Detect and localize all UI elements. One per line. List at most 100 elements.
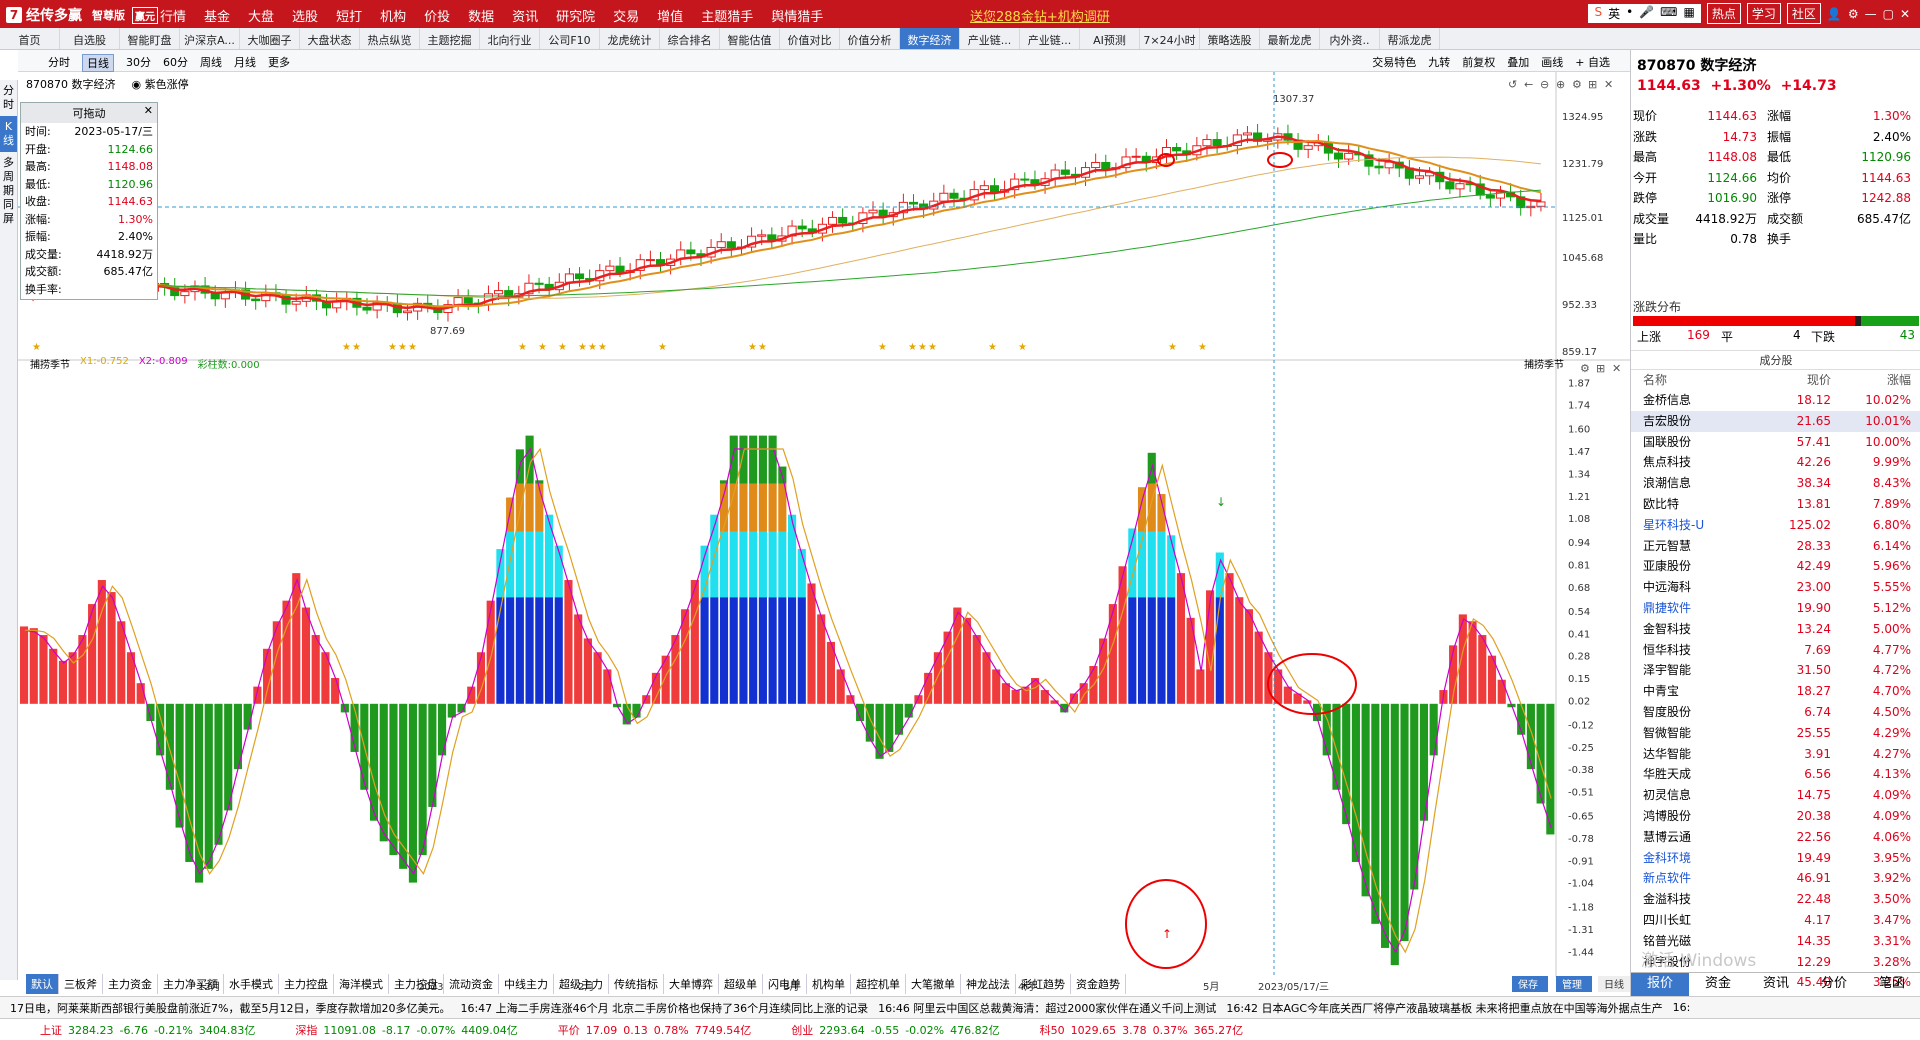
chart-area[interactable]: 1324.95 1231.79 1125.01 1045.68 952.33 859.17…	[18, 72, 1630, 994]
indicator-tab[interactable]: 彩虹趋势	[1016, 974, 1071, 994]
component-row[interactable]: 新点软件 46.91 3.92%	[1631, 868, 1920, 889]
info-panel-title[interactable]: 可拖动 ✕	[21, 103, 157, 123]
indicator-tab[interactable]: 资金趋势	[1071, 974, 1126, 994]
component-row[interactable]: 智度股份 6.74 4.50%	[1631, 702, 1920, 723]
tab-item[interactable]: 数字经济	[900, 28, 960, 49]
component-row[interactable]: 国联股份 57.41 10.00%	[1631, 432, 1920, 453]
tab-item[interactable]: 价值分析	[840, 28, 900, 49]
tab-item[interactable]: 热点纵览	[360, 28, 420, 49]
tab-item[interactable]: 首页	[0, 28, 60, 49]
component-row[interactable]: 金溢科技 22.48 3.50%	[1631, 889, 1920, 910]
tab-item[interactable]: 综合排名	[660, 28, 720, 49]
menu-item[interactable]: 机构	[380, 6, 406, 25]
component-name[interactable]: 吉宏股份	[1631, 411, 1741, 432]
learn-button[interactable]: 学习	[1746, 3, 1781, 24]
chart-toolbar-icon[interactable]: ⊕	[1556, 78, 1565, 91]
component-name[interactable]: 中远海科	[1631, 577, 1741, 598]
indicator-tab[interactable]: 神龙战法	[961, 974, 1016, 994]
period-button[interactable]: 更多	[268, 54, 290, 72]
chart-toolbar-icon[interactable]: ←	[1524, 78, 1533, 91]
tab-item[interactable]: 主题挖掘	[420, 28, 480, 49]
indicator-tab[interactable]: 超控机单	[851, 974, 906, 994]
indicator-tab[interactable]: 流动资金	[444, 974, 499, 994]
settings-icon[interactable]: ⚙	[1848, 7, 1859, 21]
news-ticker[interactable]: 17日电，阿莱莱斯西部银行美股盘前涨近7%，截至5月12日，季度存款增加20多亿…	[0, 996, 1920, 1018]
side-item-timeshare[interactable]: 分时	[0, 80, 17, 116]
indicator-tab[interactable]: 超级单	[719, 974, 763, 994]
component-name[interactable]: 星环科技-U	[1631, 515, 1741, 536]
quote-tab[interactable]: 资金	[1689, 973, 1747, 996]
tab-item[interactable]: 帮派龙虎	[1380, 28, 1440, 49]
limit-up-option[interactable]: ◉ 紫色涨停	[132, 76, 189, 92]
component-row[interactable]: 欧比特 13.81 7.89%	[1631, 494, 1920, 515]
component-name[interactable]: 华胜天成	[1631, 764, 1741, 785]
minimize-icon[interactable]: —	[1865, 7, 1877, 21]
component-name[interactable]: 金桥信息	[1631, 390, 1741, 411]
menu-item[interactable]: 选股	[292, 6, 318, 25]
chart-toolbar-icon[interactable]: ✕	[1604, 78, 1613, 91]
component-name[interactable]: 金溢科技	[1631, 889, 1741, 910]
tab-item[interactable]: 最新龙虎	[1260, 28, 1320, 49]
indicator-tab[interactable]: 主力控盘	[279, 974, 334, 994]
promo-link[interactable]: 送您288金钻+机构调研	[970, 6, 1110, 25]
component-name[interactable]: 欧比特	[1631, 494, 1741, 515]
component-name[interactable]: 正元智慧	[1631, 536, 1741, 557]
input-method-bar[interactable]: S 英 • 🎤 ⌨ ▦	[1588, 4, 1701, 23]
indicator-tab[interactable]: 主力资金	[103, 974, 158, 994]
indicator-tab[interactable]: 三板斧	[59, 974, 103, 994]
component-name[interactable]: 鸿博股份	[1631, 806, 1741, 827]
tab-item[interactable]: 内外资..	[1320, 28, 1380, 49]
chart-tool-button[interactable]: 交易特色	[1372, 54, 1416, 70]
hot-button[interactable]: 热点	[1706, 3, 1741, 24]
ticker-item[interactable]: 16:42 日本AGC今年底关西厂将停产液晶玻璃基板 未来将把重点放在中国等海外…	[1226, 1000, 1662, 1016]
quote-tab[interactable]: 分价	[1805, 973, 1863, 996]
period-button[interactable]: 周线	[200, 54, 222, 72]
component-name[interactable]: 鼎捷软件	[1631, 598, 1741, 619]
chart-tool-button[interactable]: 前复权	[1462, 54, 1495, 70]
component-row[interactable]: 智微智能 25.55 4.29%	[1631, 723, 1920, 744]
period-button[interactable]: 月线	[234, 54, 256, 72]
index-item[interactable]: 科50 1029.65 3.78 0.37% 365.27亿	[1040, 1022, 1243, 1038]
tab-item[interactable]: 策略选股	[1200, 28, 1260, 49]
chart-toolbar-icon[interactable]: ⚙	[1572, 78, 1582, 91]
component-name[interactable]: 慧博云通	[1631, 827, 1741, 848]
quote-tab[interactable]: 笔函	[1863, 973, 1920, 996]
component-row[interactable]: 华胜天成 6.56 4.13%	[1631, 764, 1920, 785]
indicator-tab[interactable]: 超级主力	[554, 974, 609, 994]
info-panel[interactable]: 可拖动 ✕ 时间: 2023-05-17/三 开盘: 1124.66 最高: 1148.08…	[20, 102, 158, 300]
chart-toolbar-icon[interactable]: ↺	[1508, 78, 1517, 91]
close-icon[interactable]: ✕	[1900, 7, 1910, 21]
indicator-toolbar-icon[interactable]: ⊞	[1596, 362, 1605, 375]
component-name[interactable]: 四川长虹	[1631, 910, 1741, 931]
tab-item[interactable]: 7×24小时	[1140, 28, 1200, 49]
period-button[interactable]: 日线	[82, 54, 114, 72]
component-row[interactable]: 初灵信息 14.75 4.09%	[1631, 785, 1920, 806]
quote-tab[interactable]: 报价	[1631, 973, 1689, 996]
indicator-tab[interactable]: 机构单	[807, 974, 851, 994]
component-name[interactable]: 浪潮信息	[1631, 473, 1741, 494]
component-name[interactable]: 新点软件	[1631, 868, 1741, 889]
period-button[interactable]: 分时	[48, 54, 70, 72]
component-row[interactable]: 金桥信息 18.12 10.02%	[1631, 390, 1920, 411]
period-button[interactable]: 30分	[126, 54, 151, 72]
period-button[interactable]: 60分	[163, 54, 188, 72]
component-name[interactable]: 焦点科技	[1631, 452, 1741, 473]
component-row[interactable]: 四川长虹 4.17 3.47%	[1631, 910, 1920, 931]
component-row[interactable]: 正元智慧 28.33 6.14%	[1631, 536, 1920, 557]
menu-item[interactable]: 资讯	[512, 6, 538, 25]
component-name[interactable]: 智度股份	[1631, 702, 1741, 723]
menu-item[interactable]: 行情	[160, 6, 186, 25]
indicator-tab[interactable]: 大单博弈	[664, 974, 719, 994]
index-item[interactable]: 创业 2293.64 -0.55 -0.02% 476.82亿	[791, 1022, 999, 1038]
component-name[interactable]: 亚康股份	[1631, 556, 1741, 577]
ticker-item[interactable]: 17日电，阿莱莱斯西部银行美股盘前涨近7%，截至5月12日，季度存款增加20多亿…	[10, 1000, 450, 1016]
ticker-item[interactable]: 16:46 阿里云中国区总裁黄海清：超过2000家伙伴在通义千问上测试	[878, 1000, 1216, 1016]
component-name[interactable]: 国联股份	[1631, 432, 1741, 453]
component-name[interactable]: 金科环境	[1631, 848, 1741, 869]
component-row[interactable]: 焦点科技 42.26 9.99%	[1631, 452, 1920, 473]
tab-item[interactable]: 价值对比	[780, 28, 840, 49]
component-row[interactable]: 鼎捷软件 19.90 5.12%	[1631, 598, 1920, 619]
component-name[interactable]: 恒华科技	[1631, 640, 1741, 661]
menu-item[interactable]: 舆情猎手	[771, 6, 823, 25]
menu-item[interactable]: 价投	[424, 6, 450, 25]
